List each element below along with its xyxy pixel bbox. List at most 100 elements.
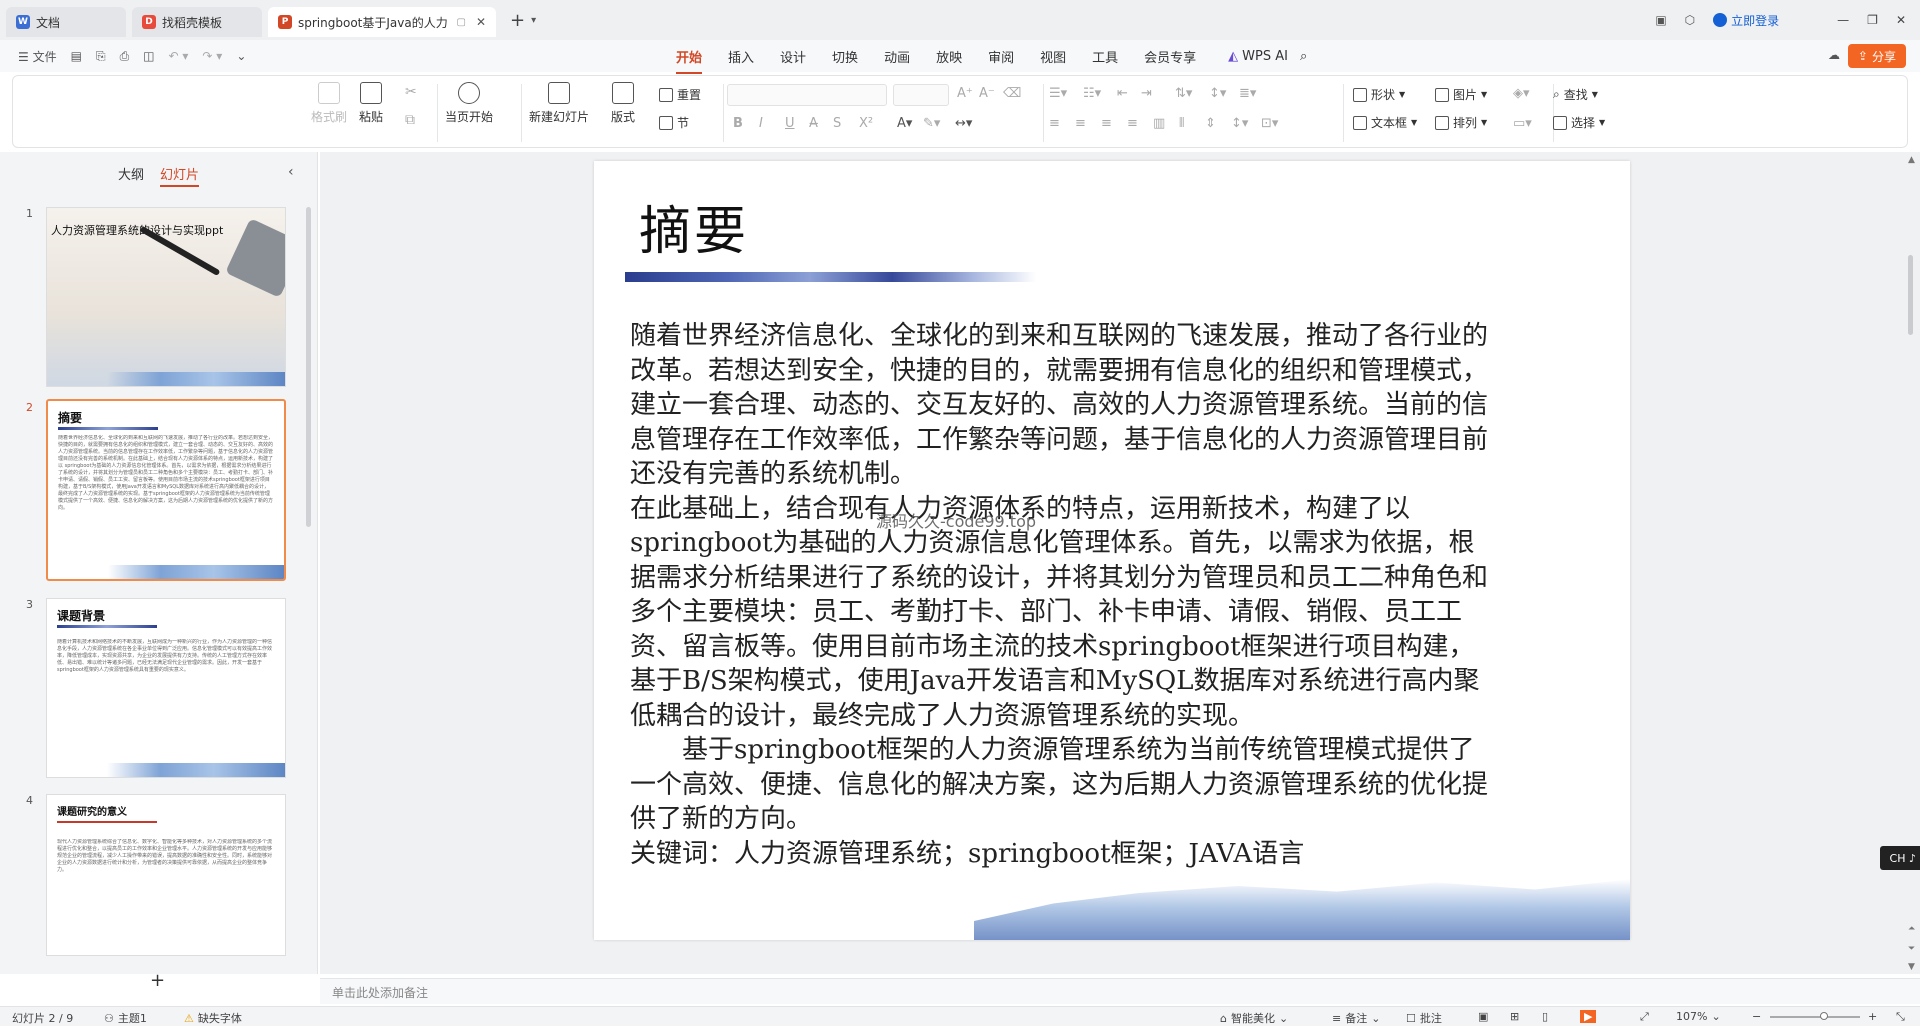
zoom-slider[interactable] xyxy=(1770,1016,1860,1018)
window-icon[interactable]: ▢ xyxy=(457,17,466,28)
font-color-icon[interactable]: A▾ xyxy=(897,116,912,131)
align-center-icon[interactable]: ≡ xyxy=(1075,116,1086,131)
tab-presentation[interactable]: P springboot基于Java的人力 ▢ ✕ xyxy=(268,7,496,37)
play-slideshow-icon[interactable]: ▶ xyxy=(1580,1010,1597,1023)
tab-outline[interactable]: 大纲 xyxy=(118,164,144,183)
underline-icon[interactable]: U xyxy=(785,116,795,131)
paste-button[interactable]: 粘贴 xyxy=(359,82,383,125)
zoom-in-icon[interactable]: + xyxy=(1868,1010,1877,1023)
layout-icon[interactable]: ▣ xyxy=(1655,13,1666,27)
tab-review[interactable]: 审阅 xyxy=(988,47,1014,66)
new-tab-button[interactable]: + xyxy=(510,10,525,31)
char-spacing-icon[interactable]: ↔▾ xyxy=(955,116,972,131)
paragraph-spacing-icon[interactable]: ⇕ xyxy=(1205,116,1216,131)
find-button[interactable]: ⌕ 查找 ▼ xyxy=(1553,86,1598,103)
share-button[interactable]: ⇪ 分享 xyxy=(1847,44,1906,68)
undo-icon[interactable]: ↶ ▾ xyxy=(169,49,189,63)
zoom-out-icon[interactable]: − xyxy=(1752,1010,1761,1023)
bold-icon[interactable]: B xyxy=(733,116,743,131)
save-icon[interactable]: ▤ xyxy=(71,49,82,63)
tab-tools[interactable]: 工具 xyxy=(1092,47,1118,66)
slide-sorter-icon[interactable]: ⊞ xyxy=(1510,1010,1519,1023)
align-right-icon[interactable]: ≡ xyxy=(1101,116,1112,131)
tab-animation[interactable]: 动画 xyxy=(884,47,910,66)
export-pdf-icon[interactable]: ⎘ xyxy=(96,49,106,64)
font-shrink-icon[interactable]: A⁻ xyxy=(979,86,995,101)
line-spacing-2-icon[interactable]: ↕▾ xyxy=(1231,116,1248,131)
normal-view-icon[interactable]: ▣ xyxy=(1478,1010,1488,1023)
zoom-level[interactable]: 107% ⌄ xyxy=(1676,1010,1721,1023)
print-icon[interactable]: ⎙ xyxy=(120,49,130,64)
missing-font-indicator[interactable]: ⚠ 缺失字体 xyxy=(184,1010,242,1026)
reset-button[interactable]: 重置 xyxy=(659,86,701,103)
slide-body-text[interactable]: 随着世界经济信息化、全球化的到来和互联网的飞速发展，推动了各行业的改革。若想达到… xyxy=(630,319,1490,871)
comments-button[interactable]: ☐ 批注 xyxy=(1406,1010,1442,1026)
layout-button[interactable]: 版式 xyxy=(611,82,635,125)
play-from-current-button[interactable]: 当页开始 xyxy=(445,82,493,125)
main-scrollbar[interactable] xyxy=(1908,255,1913,335)
smartart-icon[interactable]: ⊡▾ xyxy=(1261,116,1278,131)
restore-icon[interactable]: ❐ xyxy=(1867,13,1878,27)
smart-beautify-button[interactable]: ⌂ 智能美化 ⌄ xyxy=(1220,1010,1288,1026)
redo-icon[interactable]: ↷ ▾ xyxy=(202,49,222,63)
cube-icon[interactable]: ⬡ xyxy=(1685,13,1695,27)
cut-icon[interactable]: ✂ xyxy=(405,84,417,100)
tab-design[interactable]: 设计 xyxy=(780,47,806,66)
tab-slideshow[interactable]: 放映 xyxy=(936,47,962,66)
fullscreen-icon[interactable]: ⤡ xyxy=(1896,1010,1905,1024)
collapse-panel-icon[interactable]: ‹ xyxy=(288,164,294,180)
italic-icon[interactable]: I xyxy=(759,116,763,131)
slide-editor[interactable]: 摘要 随着世界经济信息化、全球化的到来和互联网的飞速发展，推动了各行业的改革。若… xyxy=(594,161,1630,940)
font-family-select[interactable] xyxy=(727,84,887,106)
shape-button[interactable]: 形状 ▼ xyxy=(1353,86,1405,103)
justify-icon[interactable]: ≡ xyxy=(1127,116,1138,131)
wps-ai-button[interactable]: ◭ WPS AI xyxy=(1228,49,1288,64)
next-slide-icon[interactable]: ⏷ xyxy=(1908,944,1915,954)
section-button[interactable]: 节 xyxy=(659,114,689,131)
add-slide-button[interactable]: + xyxy=(150,970,165,991)
increase-indent-icon[interactable]: ⇥ xyxy=(1141,86,1152,101)
bullets-icon[interactable]: ☰▾ xyxy=(1049,86,1067,101)
scroll-down-icon[interactable]: ▼ xyxy=(1908,962,1915,972)
textbox-button[interactable]: 文本框 ▼ xyxy=(1353,114,1417,131)
ime-indicator[interactable]: CH ♪ 简 xyxy=(1880,846,1920,870)
file-menu[interactable]: ☰ 文件 xyxy=(18,48,57,65)
notes-button[interactable]: ≡ 备注 ⌄ xyxy=(1332,1010,1380,1026)
print-preview-icon[interactable]: ◫ xyxy=(143,49,154,63)
decrease-indent-icon[interactable]: ⇤ xyxy=(1117,86,1128,101)
select-button[interactable]: 选择 ▼ xyxy=(1553,114,1605,131)
close-tab-icon[interactable]: ✕ xyxy=(476,15,486,29)
picture-button[interactable]: 图片 ▼ xyxy=(1435,86,1487,103)
tab-home[interactable]: 开始 xyxy=(676,47,703,74)
slide-title[interactable]: 摘要 xyxy=(639,189,749,264)
line-spacing-icon[interactable]: ↕▾ xyxy=(1209,86,1226,101)
minimize-icon[interactable]: — xyxy=(1837,13,1849,27)
zoom-slider-handle[interactable] xyxy=(1820,1012,1828,1020)
reading-view-icon[interactable]: ▯ xyxy=(1542,1010,1548,1023)
scroll-up-icon[interactable]: ▲ xyxy=(1908,155,1915,165)
tab-docer[interactable]: D 找稻壳模板 xyxy=(132,7,262,37)
distribute-icon[interactable]: ▥ xyxy=(1153,116,1165,131)
superscript-icon[interactable]: X² xyxy=(859,116,873,131)
notes-pane[interactable]: 单击此处添加备注 xyxy=(320,978,1920,1004)
shadow-text-icon[interactable]: S xyxy=(833,116,841,131)
highlight-icon[interactable]: ✎▾ xyxy=(923,116,940,131)
tab-docs[interactable]: W 文档 xyxy=(6,7,126,37)
search-icon[interactable]: ⌕ xyxy=(1300,49,1307,64)
strikethrough-icon[interactable]: A̶ xyxy=(809,116,818,131)
panel-scrollbar[interactable] xyxy=(306,207,311,527)
arrange-button[interactable]: 排列 ▼ xyxy=(1435,114,1487,131)
tab-transitions[interactable]: 切换 xyxy=(832,47,858,66)
theme-indicator[interactable]: ⚇ 主题1 xyxy=(104,1010,147,1026)
align-left-icon[interactable]: ≡ xyxy=(1049,116,1060,131)
login-button[interactable]: 立即登录 xyxy=(1713,12,1779,29)
outline-icon[interactable]: ▭▾ xyxy=(1513,116,1532,131)
font-size-select[interactable] xyxy=(893,84,949,106)
tab-list-chevron-icon[interactable]: ▾ xyxy=(531,15,536,26)
font-grow-icon[interactable]: A⁺ xyxy=(957,86,973,101)
fill-icon[interactable]: ◈▾ xyxy=(1513,86,1530,101)
text-direction-icon[interactable]: ⇅▾ xyxy=(1175,86,1192,101)
format-painter-button[interactable]: 格式刷 xyxy=(311,82,347,125)
new-slide-button[interactable]: 新建幻灯片 xyxy=(529,82,589,125)
close-window-icon[interactable]: ✕ xyxy=(1896,13,1906,27)
